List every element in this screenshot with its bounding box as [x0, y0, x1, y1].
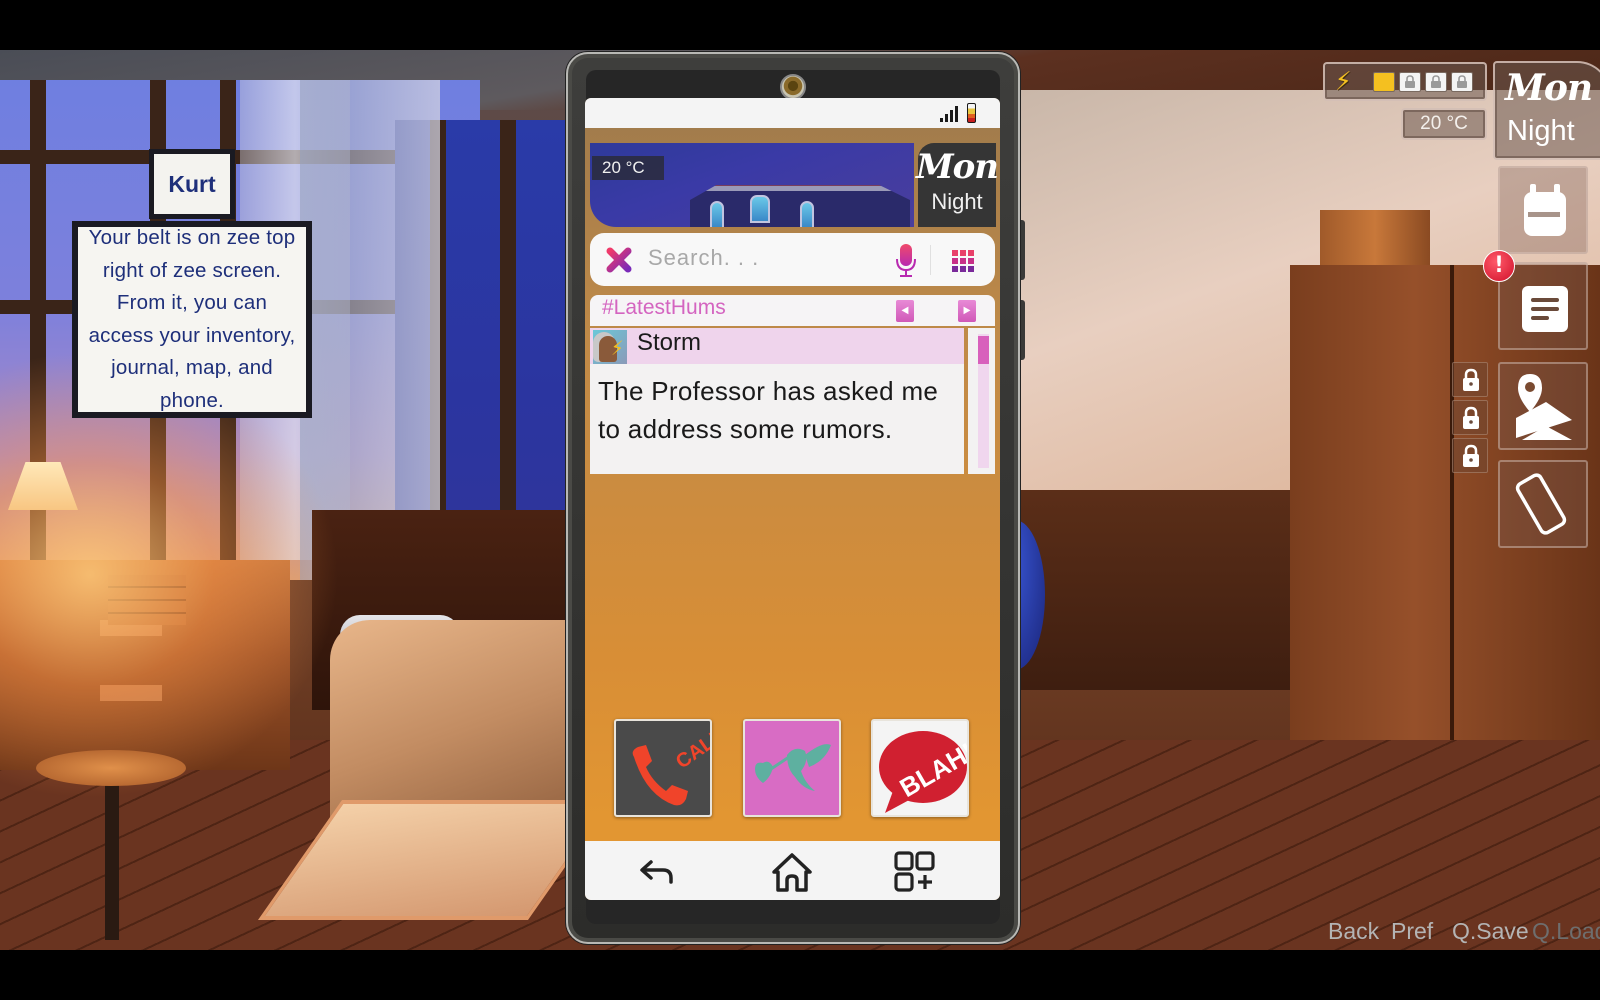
map-button[interactable] [1498, 362, 1588, 450]
lightning-icon: ⚡ [611, 336, 624, 360]
status-bar [585, 98, 1000, 128]
back-arrow-icon[interactable] [635, 850, 679, 894]
post-author: Storm [637, 329, 702, 356]
energy-slot-locked [1399, 72, 1421, 92]
microphone-icon[interactable] [894, 243, 918, 279]
scrollbar-thumb[interactable] [978, 336, 989, 364]
map-pin-icon [1516, 374, 1572, 440]
alert-badge: ! [1483, 250, 1515, 282]
post-text: The Professor has asked me to address so… [598, 376, 939, 444]
lock-icon [1431, 75, 1441, 88]
svg-text:CALL: CALL [672, 725, 712, 774]
building-window [710, 201, 724, 227]
close-x-icon[interactable] [606, 247, 632, 273]
energy-meter: ⚡ [1323, 62, 1487, 101]
speaker-name: Kurt [149, 149, 235, 219]
apps-grid-icon[interactable] [952, 250, 974, 272]
stool-leg [105, 780, 119, 940]
building-window [800, 201, 814, 227]
backpack-icon [1524, 184, 1566, 236]
phone-button[interactable] [1498, 460, 1588, 548]
quick-menu-qsave[interactable]: Q.Save [1452, 918, 1529, 945]
lock-icon [1463, 406, 1479, 429]
app-hummingbird[interactable] [743, 719, 841, 817]
feed-post[interactable]: ⚡ Storm The Professor has asked me to ad… [590, 328, 964, 474]
home-icon[interactable] [770, 850, 814, 894]
phone-call-icon: CALL [632, 725, 712, 806]
lock-icon [1463, 444, 1479, 467]
lock-icon [1405, 75, 1415, 88]
quick-menu-pref[interactable]: Pref [1391, 918, 1433, 945]
feed-header: #LatestHums ◀ ▶ [590, 295, 995, 326]
locked-slot [1452, 400, 1488, 435]
lock-icon [1457, 75, 1467, 88]
hummingbird-icon [755, 744, 831, 791]
add-widget-icon[interactable] [893, 850, 937, 894]
banner-day: Mon [915, 147, 999, 187]
locked-slot [1452, 362, 1488, 397]
banner-time-of-day: Night [931, 189, 983, 214]
hud-time-of-day: Night [1507, 115, 1575, 147]
lock-icon [1463, 368, 1479, 391]
quick-menu-back[interactable]: Back [1328, 918, 1379, 945]
hud-temperature: 20 °C [1401, 108, 1487, 140]
hud-day: Mon [1505, 67, 1593, 109]
dialogue-text: Your belt is on zee top right of zee scr… [88, 226, 296, 412]
hud-day-panel: Mon Night [1493, 61, 1600, 160]
phone-icon [1515, 473, 1567, 535]
divider [930, 245, 931, 275]
arrow-left-icon[interactable]: ◀ [896, 300, 914, 322]
energy-slot-locked [1451, 72, 1473, 92]
locked-slot [1452, 438, 1488, 473]
energy-slot-filled [1373, 72, 1395, 92]
wainscot [1020, 490, 1320, 690]
app-call[interactable]: CALL [614, 719, 712, 817]
building-window [750, 195, 770, 223]
search-bar[interactable]: Search. . . [590, 233, 995, 286]
post-author-row: ⚡ Storm [590, 328, 964, 364]
phone-screen: 20 °C Mon Night Search. . . #LatestHums … [585, 98, 1000, 900]
banner-temperature: 20 °C [592, 156, 664, 180]
inventory-button[interactable] [1498, 166, 1588, 254]
journal-icon [1522, 286, 1568, 332]
signal-bars-icon [940, 106, 960, 122]
feed-scrollbar[interactable] [968, 328, 995, 474]
arrow-right-icon[interactable]: ▶ [958, 300, 976, 322]
app-blah[interactable]: BLAH! [871, 719, 969, 817]
camera-icon [780, 74, 806, 100]
energy-slot-locked [1425, 72, 1447, 92]
stool [36, 750, 186, 786]
banner-day-panel: Mon Night [916, 143, 999, 227]
phone-nav-bar [585, 841, 1000, 900]
dialogue-box[interactable]: Your belt is on zee top right of zee scr… [72, 221, 312, 418]
speech-bubble-icon: BLAH! [879, 731, 967, 813]
lightning-icon: ⚡ [1335, 67, 1352, 97]
feed-title: #LatestHums [602, 296, 726, 319]
battery-icon [967, 103, 976, 123]
avatar: ⚡ [593, 330, 627, 364]
quick-menu-qload: Q.Load [1532, 918, 1600, 944]
search-input[interactable]: Search. . . [648, 245, 759, 271]
